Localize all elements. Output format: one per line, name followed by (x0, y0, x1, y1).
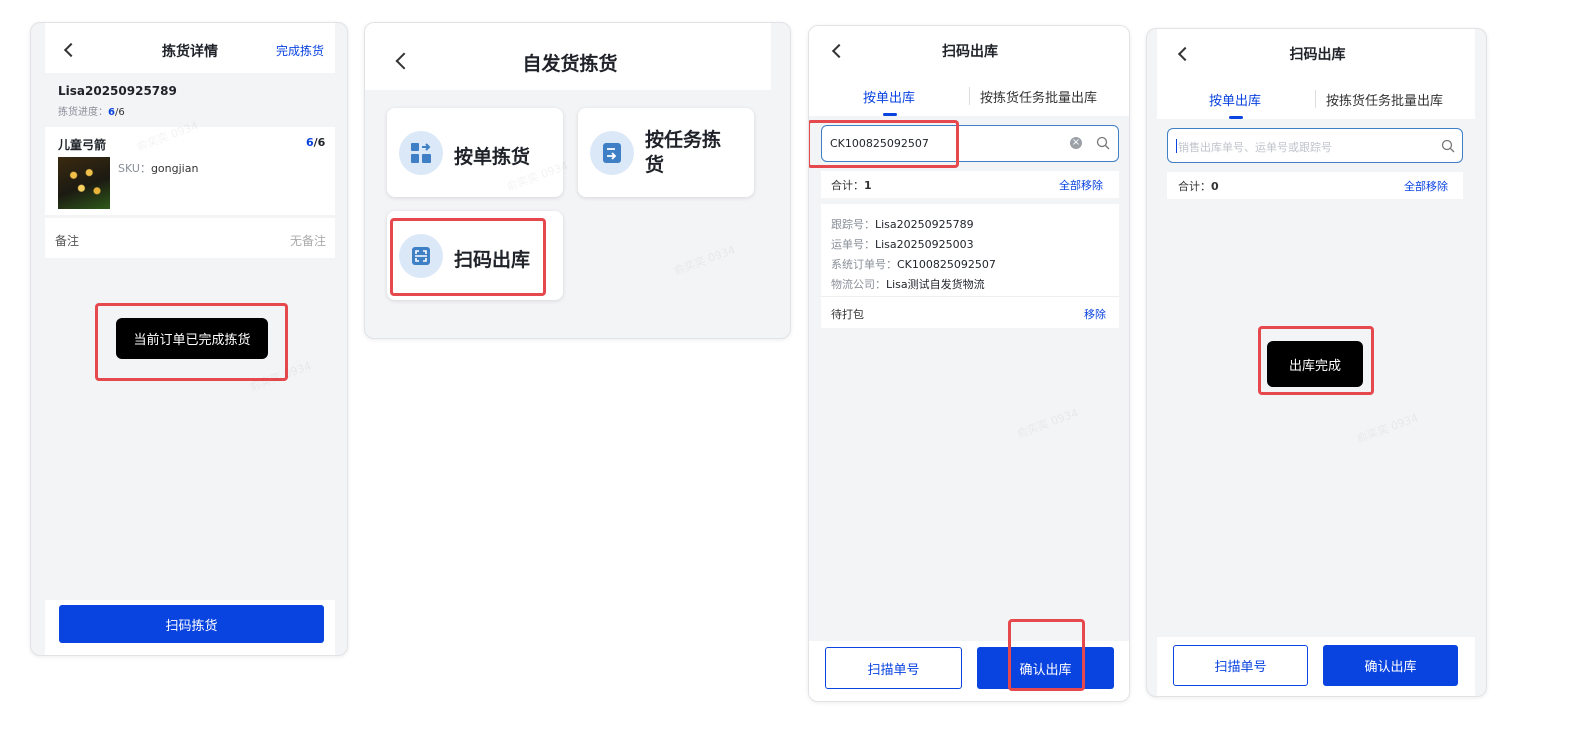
search-icon[interactable] (1441, 139, 1455, 153)
item-count-total: /6 (313, 136, 326, 149)
scan-number-button[interactable]: 扫描单号 (825, 647, 962, 689)
tracking-row: 跟踪号：Lisa20250925789 (831, 216, 974, 232)
page-title: 扫码出库 (942, 44, 998, 60)
highlight-box (1008, 619, 1085, 691)
confirm-outbound-button[interactable]: 确认出库 (1323, 645, 1458, 686)
card-label: 按任务拣 货 (645, 129, 722, 176)
progress-done: 6 (108, 107, 115, 118)
scan-pick-button[interactable]: 扫码拣货 (59, 605, 324, 643)
clear-icon[interactable]: × (1070, 137, 1082, 149)
waybill-row: 运单号：Lisa20250925003 (831, 236, 974, 252)
grid-arrow-icon-bg (399, 131, 443, 175)
remark-label: 备注 (55, 234, 80, 248)
total-value: 1 (864, 179, 872, 192)
text-cursor (1176, 139, 1177, 153)
item-name: 儿童弓箭 (58, 138, 107, 152)
remove-all-link[interactable]: 全部移除 (1404, 178, 1448, 194)
picking-progress: 拣货进度：6/6 (58, 103, 125, 118)
status-text: 待打包 (831, 308, 864, 321)
tab-underline (883, 113, 897, 116)
waybill-value: Lisa20250925003 (875, 238, 974, 251)
total: 合计：1 (831, 177, 872, 193)
sku-label: SKU： (118, 162, 151, 175)
total-label: 合计： (1178, 180, 1211, 193)
sku: SKU：gongjian (118, 160, 198, 176)
highlight-box (1258, 326, 1374, 395)
self-ship-picking-screen: 自发货拣货 按单拣货 按任务拣 货 扫码出库 (364, 22, 791, 339)
product-thumbnail (58, 157, 110, 209)
tab-divider (1315, 90, 1316, 108)
tab-divider (969, 87, 970, 105)
remark-value: 无备注 (290, 234, 327, 248)
picking-detail-screen: 拣货详情 完成拣货 Lisa20250925789 拣货进度：6/6 儿童弓箭 … (30, 22, 348, 656)
remove-all-link[interactable]: 全部移除 (1059, 177, 1103, 193)
card-divider (821, 296, 1119, 297)
grid-arrow-icon (411, 143, 431, 163)
search-icon[interactable] (1096, 136, 1110, 150)
scan-outbound-screen: 扫码出库 按单出库 按拣货任务批量出库 CK100825092507 × 合计：… (808, 25, 1130, 702)
pick-by-order-card[interactable]: 按单拣货 (387, 108, 563, 197)
tab-by-order[interactable]: 按单出库 (863, 87, 915, 106)
progress-total: /6 (114, 107, 125, 118)
logistics-row: 物流公司：Lisa测试自发货物流 (831, 276, 985, 292)
page-title: 扫码出库 (1289, 47, 1346, 63)
task-icon-bg (590, 131, 634, 175)
sys-order-label: 系统订单号： (831, 258, 897, 271)
item-count-done: 6 (306, 136, 314, 149)
search-placeholder[interactable]: 销售出库单号、运单号或跟踪号 (1178, 139, 1332, 155)
search-bar: 销售出库单号、运单号或跟踪号 (1167, 128, 1463, 163)
card-label: 按单拣货 (454, 146, 531, 168)
tracking-label: 跟踪号： (831, 218, 875, 231)
highlight-box (809, 120, 959, 168)
item-count: 6/6 (306, 136, 325, 149)
page-title: 自发货拣货 (522, 53, 618, 75)
tracking-value: Lisa20250925789 (875, 218, 974, 231)
sku-value: gongjian (150, 162, 199, 175)
scan-number-button[interactable]: 扫描单号 (1173, 645, 1308, 686)
task-icon (603, 143, 621, 163)
logistics-label: 物流公司： (831, 278, 886, 291)
sys-order-value: CK100825092507 (897, 258, 996, 271)
remove-link[interactable]: 移除 (1084, 306, 1106, 322)
order-number: Lisa20250925789 (58, 84, 177, 98)
pick-by-task-card[interactable]: 按任务拣 货 (578, 108, 754, 197)
waybill-label: 运单号： (831, 238, 875, 251)
tab-by-pick-task[interactable]: 按拣货任务批量出库 (1326, 90, 1443, 109)
tab-underline (1229, 116, 1243, 119)
progress-label: 拣货进度： (58, 107, 108, 118)
total-label: 合计： (831, 179, 864, 192)
tab-by-order[interactable]: 按单出库 (1209, 90, 1261, 109)
tab-by-pick-task[interactable]: 按拣货任务批量出库 (980, 87, 1097, 106)
total: 合计：0 (1178, 178, 1219, 194)
highlight-box (390, 218, 546, 296)
highlight-box (95, 303, 288, 381)
sys-order-row: 系统订单号：CK100825092507 (831, 256, 996, 272)
complete-picking-link[interactable]: 完成拣货 (276, 42, 324, 59)
total-value: 0 (1211, 180, 1219, 193)
scan-outbound-complete-screen: 扫码出库 按单出库 按拣货任务批量出库 销售出库单号、运单号或跟踪号 合计：0 … (1146, 28, 1487, 697)
logistics-value: Lisa测试自发货物流 (886, 278, 985, 291)
